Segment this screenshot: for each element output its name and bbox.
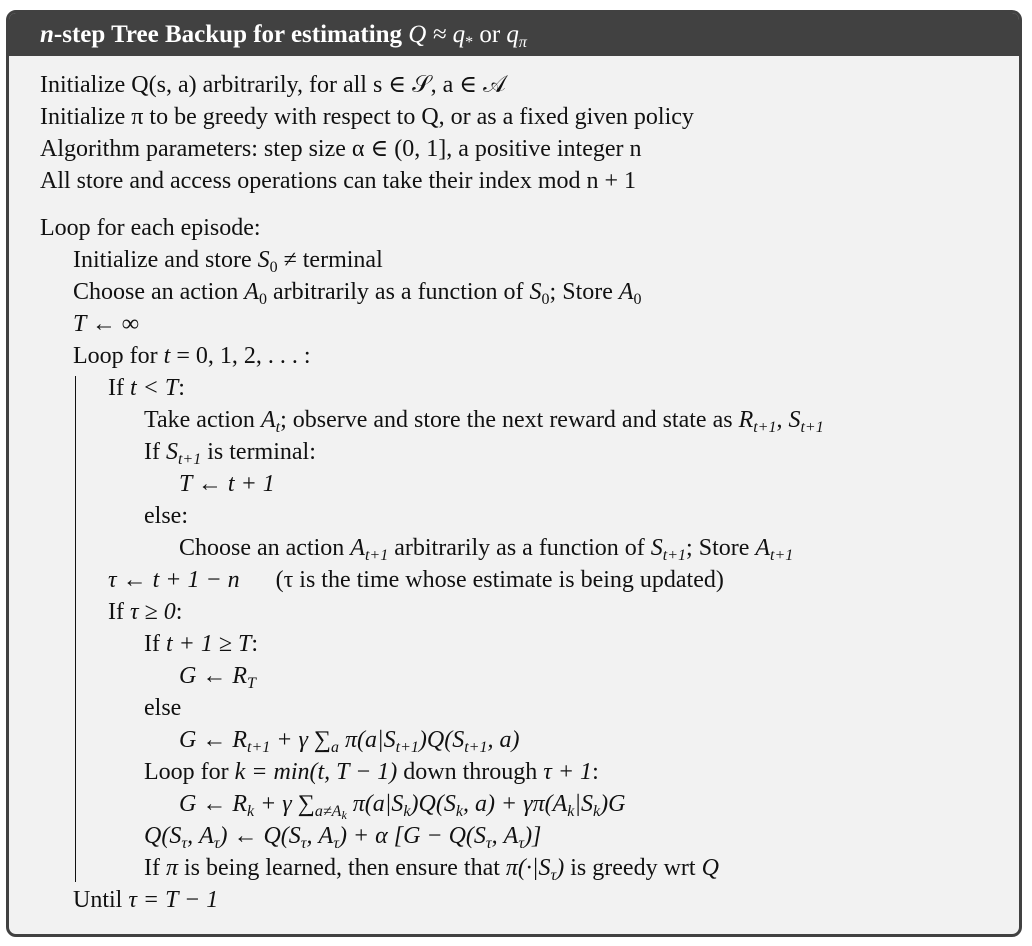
- loop-episode: Loop for each episode:: [40, 215, 261, 241]
- preamble-line-4: All store and access operations can take…: [40, 168, 637, 194]
- algorithm-title: n-step Tree Backup for estimating Q ≈ q*…: [9, 13, 1019, 56]
- set-tau: τ ← t + 1 − n (τ is the time whose estima…: [108, 567, 724, 593]
- title-star: *: [465, 34, 474, 51]
- title-pi: π: [518, 34, 527, 51]
- title-n: n: [40, 21, 54, 48]
- preamble-line-1: Initialize Q(s, a) arbitrarily, for all …: [40, 72, 506, 98]
- title-q: q: [506, 21, 519, 48]
- Q-update: Q(Sτ, Aτ) ← Q(Sτ, Aτ) + α [G − Q(Sτ, Aτ)…: [144, 823, 542, 852]
- if-terminal: If St+1 is terminal:: [144, 439, 316, 468]
- if-t1-ge-T: If t + 1 ≥ T:: [144, 631, 259, 657]
- preamble-line-2: Initialize π to be greedy with respect t…: [40, 104, 694, 130]
- until-condition: Until τ = T − 1: [73, 887, 219, 913]
- else-1: else:: [144, 503, 188, 529]
- G-RT: G ← RT: [179, 663, 256, 692]
- init-state: Initialize and store S0 ≠ terminal: [73, 247, 383, 276]
- choose-action-0: Choose an action A0 arbitrarily as a fun…: [73, 279, 642, 308]
- if-t-less-T: If t < T:: [108, 375, 185, 401]
- preamble-line-3: Algorithm parameters: step size α ∈ (0, …: [40, 136, 642, 162]
- loop-bar: [75, 376, 76, 882]
- take-action: Take action At; observe and store the ne…: [144, 407, 824, 436]
- if-tau-nonneg: If τ ≥ 0:: [108, 599, 183, 625]
- loop-t: Loop for t = 0, 1, 2, . . . :: [73, 343, 311, 369]
- loop-k: Loop for k = min(t, T − 1) down through …: [144, 759, 599, 785]
- else-2: else: [144, 695, 182, 721]
- title-expr: Q ≈ q: [408, 21, 466, 48]
- title-text: -step Tree Backup for estimating: [53, 21, 409, 48]
- title-or: or: [473, 21, 507, 48]
- choose-action-next: Choose an action At+1 arbitrarily as a f…: [179, 535, 794, 564]
- policy-greedy: If π is being learned, then ensure that …: [144, 855, 719, 884]
- set-T: T ← t + 1: [179, 471, 275, 497]
- G-expected: G ← Rt+1 + γ ∑a π(a|St+1)Q(St+1, a): [179, 727, 520, 756]
- G-update-k: G ← Rk + γ ∑a≠Ak π(a|Sk)Q(Sk, a) + γπ(Ak…: [179, 791, 626, 822]
- set-T-infinity: T ← ∞: [73, 311, 140, 337]
